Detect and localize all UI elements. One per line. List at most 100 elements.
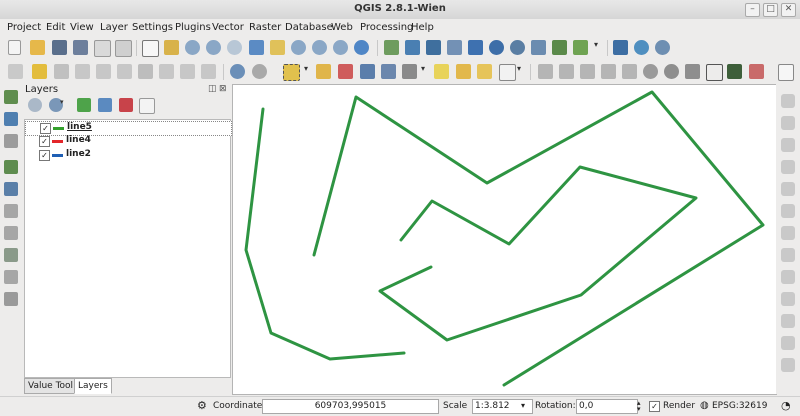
toggle-extents-icon[interactable]: ⚙	[197, 399, 207, 412]
run-feature-action-icon[interactable]	[252, 64, 267, 79]
sigma-stats-icon[interactable]	[749, 64, 764, 79]
rotate-feature-icon[interactable]	[781, 138, 795, 152]
simplify-feature-icon[interactable]	[781, 160, 795, 174]
menu-view[interactable]: View	[70, 22, 94, 33]
layer-row[interactable]: ✓ line4	[25, 135, 230, 148]
chevron-down-icon[interactable]: ▾	[60, 98, 67, 112]
move-label-icon[interactable]	[601, 64, 616, 79]
deselect-features-icon[interactable]	[316, 64, 331, 79]
add-group-icon[interactable]	[28, 98, 42, 112]
collapse-all-icon[interactable]	[119, 98, 133, 112]
delete-part-icon[interactable]	[781, 270, 795, 284]
grid-icon[interactable]	[706, 64, 723, 81]
field-calculator-icon[interactable]	[381, 64, 396, 79]
gps-tool-icon[interactable]	[685, 64, 700, 79]
new-vector-layer-icon[interactable]	[573, 40, 588, 55]
menu-help[interactable]: Help	[411, 22, 434, 33]
add-postgis-layer-icon[interactable]	[426, 40, 441, 55]
add-vector-layer-icon[interactable]	[4, 90, 18, 104]
text-annotation-icon[interactable]	[499, 64, 516, 81]
copy-features-icon[interactable]	[180, 64, 195, 79]
split-features-icon[interactable]	[781, 336, 795, 350]
plugin-globe-icon[interactable]	[634, 40, 649, 55]
python-console-icon[interactable]	[613, 40, 628, 55]
map-canvas[interactable]	[232, 84, 777, 395]
chevron-down-icon[interactable]: ▾	[421, 64, 429, 79]
menu-plugins[interactable]: Plugins	[175, 22, 211, 33]
expand-all-icon[interactable]	[98, 98, 112, 112]
tab-value-tool[interactable]: Value Tool	[24, 378, 78, 394]
add-wfs-layer-icon[interactable]	[531, 40, 546, 55]
plugin-search-icon[interactable]	[655, 40, 670, 55]
show-hide-labels-icon[interactable]	[580, 64, 595, 79]
label-toolbar-icon[interactable]	[538, 64, 553, 79]
layer-row[interactable]: ✓ line2	[25, 149, 230, 162]
offset-curve-icon[interactable]	[781, 314, 795, 328]
add-mssql-layer-icon[interactable]	[4, 182, 18, 196]
paste-features-icon[interactable]	[201, 64, 216, 79]
add-wms-layer-icon[interactable]	[4, 226, 18, 240]
save-edits-icon[interactable]	[54, 64, 69, 79]
close-panel-icon[interactable]: ⊠	[219, 84, 227, 94]
move-feature-icon[interactable]	[96, 64, 111, 79]
add-vector-layer-icon[interactable]	[384, 40, 399, 55]
add-spatialite-layer-icon[interactable]	[4, 160, 18, 174]
zoom-full-icon[interactable]	[249, 40, 264, 55]
zoom-in-icon[interactable]	[185, 40, 200, 55]
pin-labels-icon[interactable]	[559, 64, 574, 79]
rotate-label-icon[interactable]	[622, 64, 637, 79]
add-oracle-layer-icon[interactable]	[4, 204, 18, 218]
add-raster-layer-icon[interactable]	[405, 40, 420, 55]
change-label-icon[interactable]	[643, 64, 658, 79]
remove-layer-icon[interactable]	[139, 98, 155, 114]
menu-vector[interactable]: Vector	[212, 22, 244, 33]
add-wcs-layer-icon[interactable]	[510, 40, 525, 55]
new-project-icon[interactable]	[8, 40, 21, 55]
add-mssql-layer-icon[interactable]	[468, 40, 483, 55]
measure-line-icon[interactable]	[402, 64, 417, 79]
new-print-composer-icon[interactable]	[94, 40, 111, 57]
chevron-down-icon[interactable]: ▾	[304, 64, 312, 79]
minimize-button[interactable]: –	[745, 3, 760, 17]
tab-layers[interactable]: Layers	[74, 378, 112, 394]
crs-globe-icon[interactable]: ◍	[700, 400, 709, 411]
menu-raster[interactable]: Raster	[249, 22, 281, 33]
menu-processing[interactable]: Processing	[360, 22, 413, 33]
add-wms-layer-icon[interactable]	[489, 40, 504, 55]
menu-web[interactable]: Web	[331, 22, 353, 33]
add-delimited-text-icon[interactable]	[4, 292, 18, 306]
current-edits-icon[interactable]	[8, 64, 23, 79]
csw-icon[interactable]	[778, 64, 794, 81]
layer-row[interactable]: ✓ line5	[25, 121, 232, 136]
identify-features-icon[interactable]	[230, 64, 245, 79]
add-part-icon[interactable]	[781, 204, 795, 218]
pan-map-icon[interactable]	[142, 40, 159, 57]
zoom-to-layer-icon[interactable]	[291, 40, 306, 55]
chevron-down-icon[interactable]: ▾	[594, 40, 602, 55]
crs-status[interactable]: EPSG:32619	[712, 401, 767, 411]
pan-to-selection-icon[interactable]	[164, 40, 179, 55]
layer-visibility-checkbox[interactable]: ✓	[40, 123, 51, 134]
add-raster-layer-icon[interactable]	[4, 112, 18, 126]
select-features-icon[interactable]	[283, 64, 300, 81]
messages-icon[interactable]: ◔	[781, 399, 791, 412]
show-bookmarks-icon[interactable]	[477, 64, 492, 79]
cut-features-icon[interactable]	[159, 64, 174, 79]
zoom-out-icon[interactable]	[206, 40, 221, 55]
render-checkbox[interactable]: ✓	[649, 401, 660, 412]
menu-layer[interactable]: Layer	[100, 22, 128, 33]
layer-visibility-checkbox[interactable]: ✓	[39, 150, 50, 161]
menu-database[interactable]: Database	[285, 22, 333, 33]
merge-features-icon[interactable]	[781, 358, 795, 372]
zoom-to-selection-icon[interactable]	[270, 40, 285, 55]
maximize-button[interactable]: □	[763, 3, 778, 17]
select-by-expression-icon[interactable]	[338, 64, 353, 79]
open-project-icon[interactable]	[30, 40, 45, 55]
save-as-icon[interactable]	[73, 40, 88, 55]
add-wcs-layer-icon[interactable]	[4, 248, 18, 262]
add-feature-icon[interactable]	[75, 64, 90, 79]
diagram-properties-icon[interactable]	[664, 64, 679, 79]
refresh-icon[interactable]	[354, 40, 369, 55]
redo-icon[interactable]	[781, 116, 795, 130]
chevron-down-icon[interactable]: ▾	[517, 64, 525, 79]
